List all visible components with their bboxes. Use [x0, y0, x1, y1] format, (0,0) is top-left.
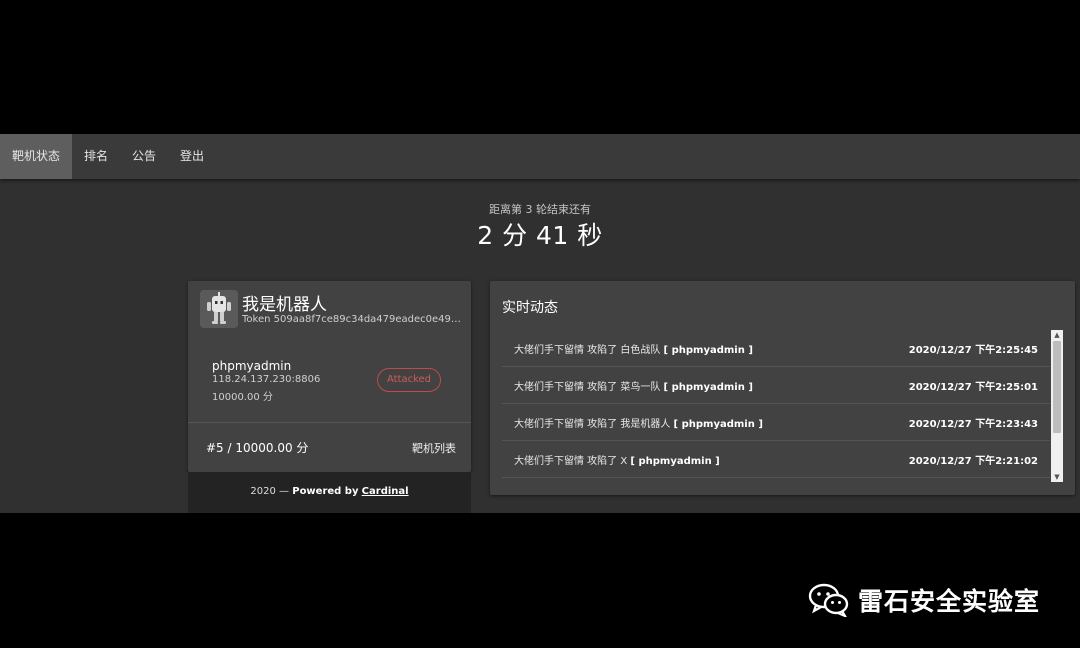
feed-timestamp: 2020/12/27 下午2:21:02 [908, 455, 1038, 467]
watermark-text: 雷石安全实验室 [858, 587, 1041, 616]
feed-message: 大佬们手下留情 攻陷了 白色战队 [ phpmyadmin ] [514, 341, 753, 356]
feed-message-text: 大佬们手下留情 攻陷了 菜鸟一队 [514, 381, 661, 393]
feed-row: 大佬们手下留情 攻陷了 X [ phpmyadmin ] 2020/12/27 … [502, 441, 1050, 478]
feed-service: [ phpmyadmin ] [663, 344, 753, 356]
app-window: 靶机状态 排名 公告 登出 距离第 3 轮结束还有 2 分 41 秒 我是机器人… [0, 134, 1080, 513]
top-navbar: 靶机状态 排名 公告 登出 [0, 134, 1080, 179]
feed-row: 大佬们手下留情 攻陷了 菜鸟一队 [ phpmyadmin ] 2020/12/… [502, 367, 1050, 404]
service-address: 118.24.137.230:8806 [212, 374, 321, 385]
attacked-status-badge: Attacked [377, 368, 441, 392]
scrollbar-thumb[interactable] [1053, 341, 1061, 433]
feed-service: [ phpmyadmin ] [663, 381, 753, 393]
nav-tab-ranking[interactable]: 排名 [72, 134, 120, 179]
feed-message: 大佬们手下留情 攻陷了 X [ phpmyadmin ] [514, 452, 720, 467]
feed-message-text: 大佬们手下留情 攻陷了 我是机器人 [514, 418, 671, 430]
robot-avatar-icon [200, 290, 238, 328]
footer: 2020 — Powered by Cardinal [188, 472, 471, 513]
feed-message: 大佬们手下留情 攻陷了 我是机器人 [ phpmyadmin ] [514, 415, 763, 430]
team-info-card: 我是机器人 Token 509aa8f7ce89c34da479eadec0e4… [188, 281, 471, 472]
footer-cardinal-link[interactable]: Cardinal [362, 486, 409, 497]
feed-scrollbar[interactable]: ▲ ▼ [1051, 330, 1063, 482]
live-feed-list: 大佬们手下留情 攻陷了 白色战队 [ phpmyadmin ] 2020/12/… [502, 330, 1050, 478]
service-score: 10000.00 分 [212, 392, 273, 403]
feed-timestamp: 2020/12/27 下午2:25:01 [908, 381, 1038, 393]
scroll-down-arrow-icon[interactable]: ▼ [1051, 472, 1063, 482]
round-countdown-time: 2 分 41 秒 [477, 221, 603, 250]
round-countdown-label: 距离第 3 轮结束还有 [489, 203, 591, 216]
team-name: 我是机器人 [242, 295, 327, 315]
feed-message-text: 大佬们手下留情 攻陷了 白色战队 [514, 344, 661, 356]
feed-row: 大佬们手下留情 攻陷了 我是机器人 [ phpmyadmin ] 2020/12… [502, 404, 1050, 441]
wechat-icon [808, 583, 849, 617]
nav-tab-logout[interactable]: 登出 [168, 134, 216, 179]
feed-service: [ phpmyadmin ] [673, 418, 763, 430]
footer-powered-by: Powered by [292, 486, 359, 497]
card-divider [188, 422, 471, 423]
feed-timestamp: 2020/12/27 下午2:23:43 [908, 418, 1038, 430]
footer-year: 2020 — [250, 486, 290, 497]
feed-message: 大佬们手下留情 攻陷了 菜鸟一队 [ phpmyadmin ] [514, 378, 753, 393]
nav-tab-announcements[interactable]: 公告 [120, 134, 168, 179]
feed-timestamp: 2020/12/27 下午2:25:45 [908, 344, 1038, 356]
target-list-link[interactable]: 靶机列表 [412, 440, 456, 456]
feed-row: 大佬们手下留情 攻陷了 白色战队 [ phpmyadmin ] 2020/12/… [502, 330, 1050, 367]
feed-message-text: 大佬们手下留情 攻陷了 X [514, 455, 628, 467]
feed-service: [ phpmyadmin ] [630, 455, 720, 467]
team-token: Token 509aa8f7ce89c34da479eadec0e49c... [242, 314, 464, 325]
live-feed-card: 实时动态 大佬们手下留情 攻陷了 白色战队 [ phpmyadmin ] 202… [490, 281, 1075, 495]
nav-tab-target-status[interactable]: 靶机状态 [0, 134, 73, 179]
wechat-watermark: 雷石安全实验室 [808, 582, 1040, 618]
live-feed-title: 实时动态 [502, 300, 558, 316]
team-rank-score: #5 / 10000.00 分 [206, 441, 309, 455]
service-name: phpmyadmin [212, 359, 292, 373]
scroll-up-arrow-icon[interactable]: ▲ [1051, 330, 1063, 340]
